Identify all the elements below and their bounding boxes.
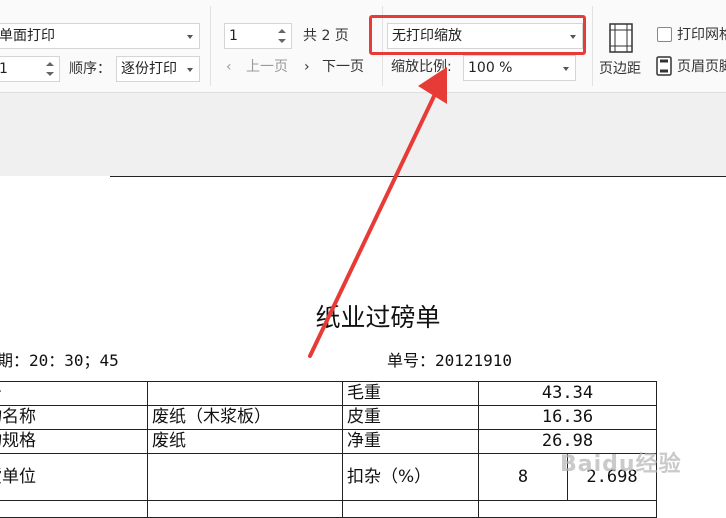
- red-arrow-annotation: [308, 67, 447, 358]
